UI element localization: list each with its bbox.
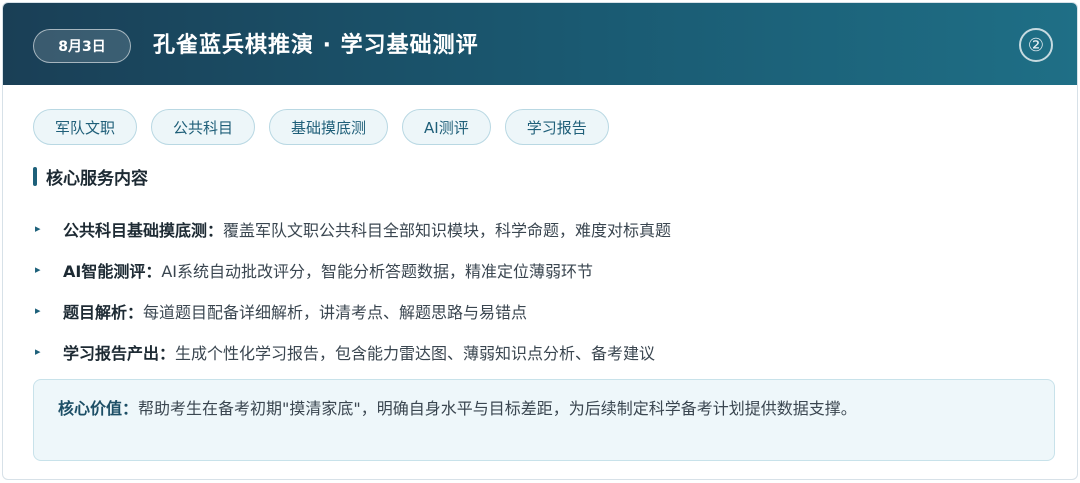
section-bar-icon (33, 166, 37, 186)
list-item-key: 学习报告产出： (63, 343, 176, 363)
tag-baseline-test[interactable]: 基础摸底测 (269, 109, 389, 145)
list-item-key: 公共科目基础摸底测： (63, 220, 224, 240)
tag-learning-report[interactable]: 学习报告 (504, 109, 609, 145)
tag-military-civilian[interactable]: 军队文职 (33, 109, 138, 145)
section-title: 核心服务内容 (46, 168, 148, 189)
core-value-box: 核心价值：帮助考生在备考初期"摸清家底"，明确自身水平与目标差距，为后续制定科学… (33, 379, 1055, 461)
triangle-bullet-icon: ▸ (35, 345, 41, 358)
list-item: ▸ 题目解析： 每道题目配备详细解析，讲清考点、解题思路与易错点 (35, 290, 1035, 331)
tag-list: 军队文职 公共科目 基础摸底测 AI测评 学习报告 (33, 109, 609, 145)
list-item-text: 每道题目配备详细解析，讲清考点、解题思路与易错点 (143, 302, 528, 322)
list-item-key: AI智能测评： (63, 261, 162, 281)
card-header: 8月3日 孔雀蓝兵棋推演 · 学习基础测评 ② (3, 3, 1077, 85)
step-number-icon: ② (1019, 28, 1053, 62)
section-heading: 核心服务内容 (33, 163, 148, 189)
list-item: ▸ 公共科目基础摸底测： 覆盖军队文职公共科目全部知识模块，科学命题，难度对标真… (35, 208, 1035, 249)
triangle-bullet-icon: ▸ (35, 304, 41, 317)
tag-ai-assessment[interactable]: AI测评 (402, 109, 491, 145)
list-item-text: 生成个性化学习报告，包含能力雷达图、薄弱知识点分析、备考建议 (175, 343, 656, 363)
service-card: 8月3日 孔雀蓝兵棋推演 · 学习基础测评 ② 军队文职 公共科目 基础摸底测 … (2, 2, 1078, 480)
list-item-text: AI系统自动批改评分，智能分析答题数据，精准定位薄弱环节 (161, 261, 594, 281)
triangle-bullet-icon: ▸ (35, 263, 41, 276)
triangle-bullet-icon: ▸ (35, 222, 41, 235)
tag-public-subject[interactable]: 公共科目 (151, 109, 256, 145)
core-value-key: 核心价值： (58, 399, 139, 418)
list-item: ▸ AI智能测评： AI系统自动批改评分，智能分析答题数据，精准定位薄弱环节 (35, 249, 1035, 290)
list-item-key: 题目解析： (63, 302, 144, 322)
page-title: 孔雀蓝兵棋推演 · 学习基础测评 (153, 33, 479, 58)
list-item-text: 覆盖军队文职公共科目全部知识模块，科学命题，难度对标真题 (223, 220, 672, 240)
core-value-text: 帮助考生在备考初期"摸清家底"，明确自身水平与目标差距，为后续制定科学备考计划提… (138, 399, 857, 418)
list-item: ▸ 学习报告产出： 生成个性化学习报告，包含能力雷达图、薄弱知识点分析、备考建议 (35, 331, 1035, 372)
service-list: ▸ 公共科目基础摸底测： 覆盖军队文职公共科目全部知识模块，科学命题，难度对标真… (35, 208, 1035, 372)
date-badge: 8月3日 (33, 29, 131, 63)
